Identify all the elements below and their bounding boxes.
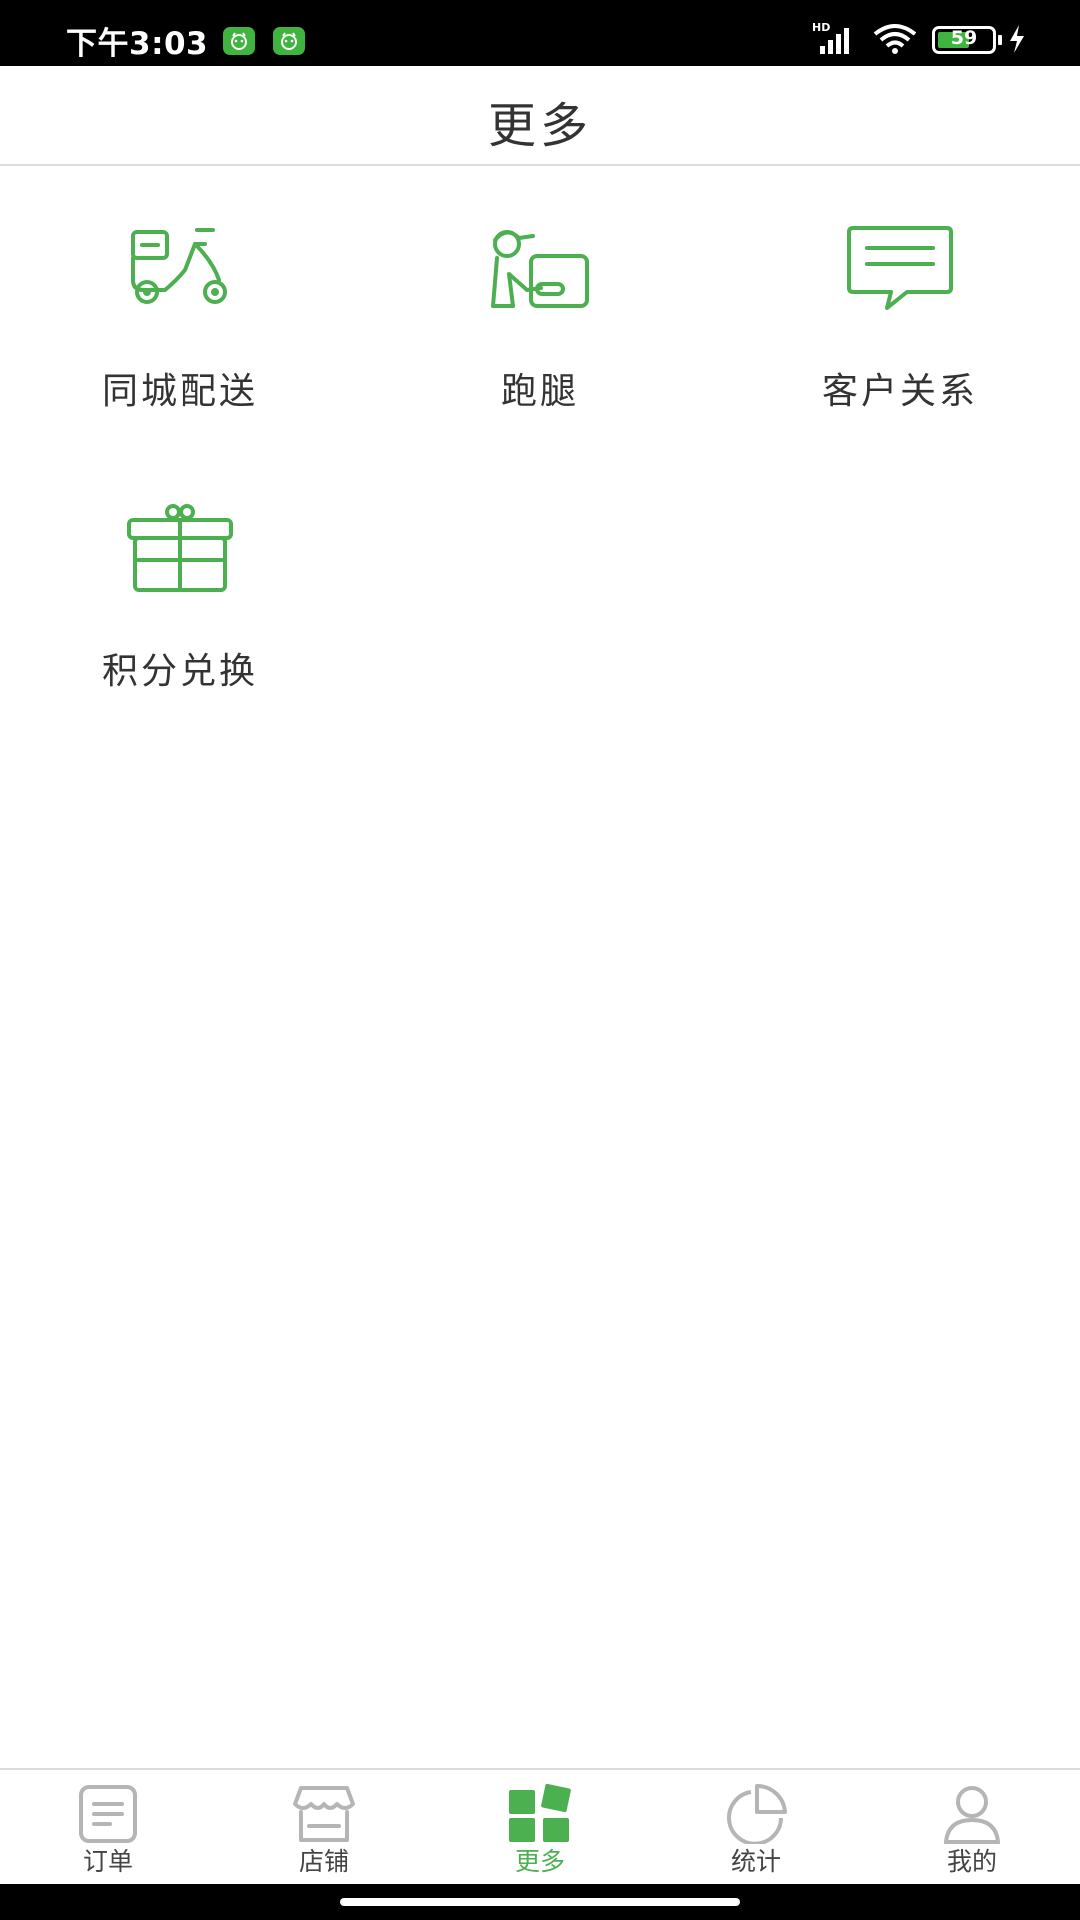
tab-label: 店铺 — [298, 1847, 349, 1876]
courier-icon — [491, 230, 589, 308]
feature-label: 客户关系 — [821, 371, 978, 412]
battery-nub — [998, 35, 1002, 45]
home-indicator[interactable] — [340, 1898, 740, 1906]
battery-icon: 59 — [932, 26, 996, 54]
network-label: HD — [812, 21, 830, 34]
user-icon — [943, 1786, 1001, 1844]
wifi-icon — [873, 24, 917, 54]
tab-label: 更多 — [514, 1847, 565, 1876]
tab-label: 订单 — [82, 1847, 133, 1876]
signal-icon: HD — [812, 21, 849, 54]
feature-label: 积分兑换 — [101, 651, 258, 692]
store-icon — [293, 1786, 355, 1842]
tab-more[interactable]: 更多 — [432, 1770, 648, 1886]
battery-level: 59 — [950, 27, 978, 49]
order-icon — [79, 1785, 137, 1843]
notification-app-icon — [273, 27, 305, 55]
pie-chart-icon — [727, 1784, 787, 1844]
tab-orders[interactable]: 订单 — [0, 1770, 216, 1886]
gift-icon — [127, 504, 233, 592]
chat-icon — [847, 226, 953, 310]
feature-customer-relations[interactable]: 客户关系 — [720, 222, 1080, 462]
app-header: 更多 — [0, 66, 1080, 166]
tab-mine[interactable]: 我的 — [864, 1770, 1080, 1886]
page-title: 更多 — [487, 98, 592, 154]
feature-points-exchange[interactable]: 积分兑换 — [0, 502, 360, 742]
tab-label: 统计 — [730, 1847, 781, 1876]
feature-label: 跑腿 — [500, 371, 579, 412]
status-bar: 下午3:03 HD 59 — [0, 0, 1080, 66]
notification-app-icon — [223, 27, 255, 55]
tab-statistics[interactable]: 统计 — [648, 1770, 864, 1886]
bottom-tab-bar: 订单 店铺 更多 统计 我的 — [0, 1768, 1080, 1884]
tab-store[interactable]: 店铺 — [216, 1770, 432, 1886]
more-grid-icon — [509, 1784, 571, 1842]
scooter-icon — [131, 228, 227, 304]
feature-errand[interactable]: 跑腿 — [360, 222, 720, 462]
system-nav-bar — [0, 1884, 1080, 1920]
feature-label: 同城配送 — [101, 371, 258, 412]
status-time: 下午3:03 — [66, 26, 209, 62]
feature-same-city-delivery[interactable]: 同城配送 — [0, 222, 360, 462]
charging-icon — [1010, 25, 1024, 53]
tab-label: 我的 — [946, 1847, 997, 1876]
